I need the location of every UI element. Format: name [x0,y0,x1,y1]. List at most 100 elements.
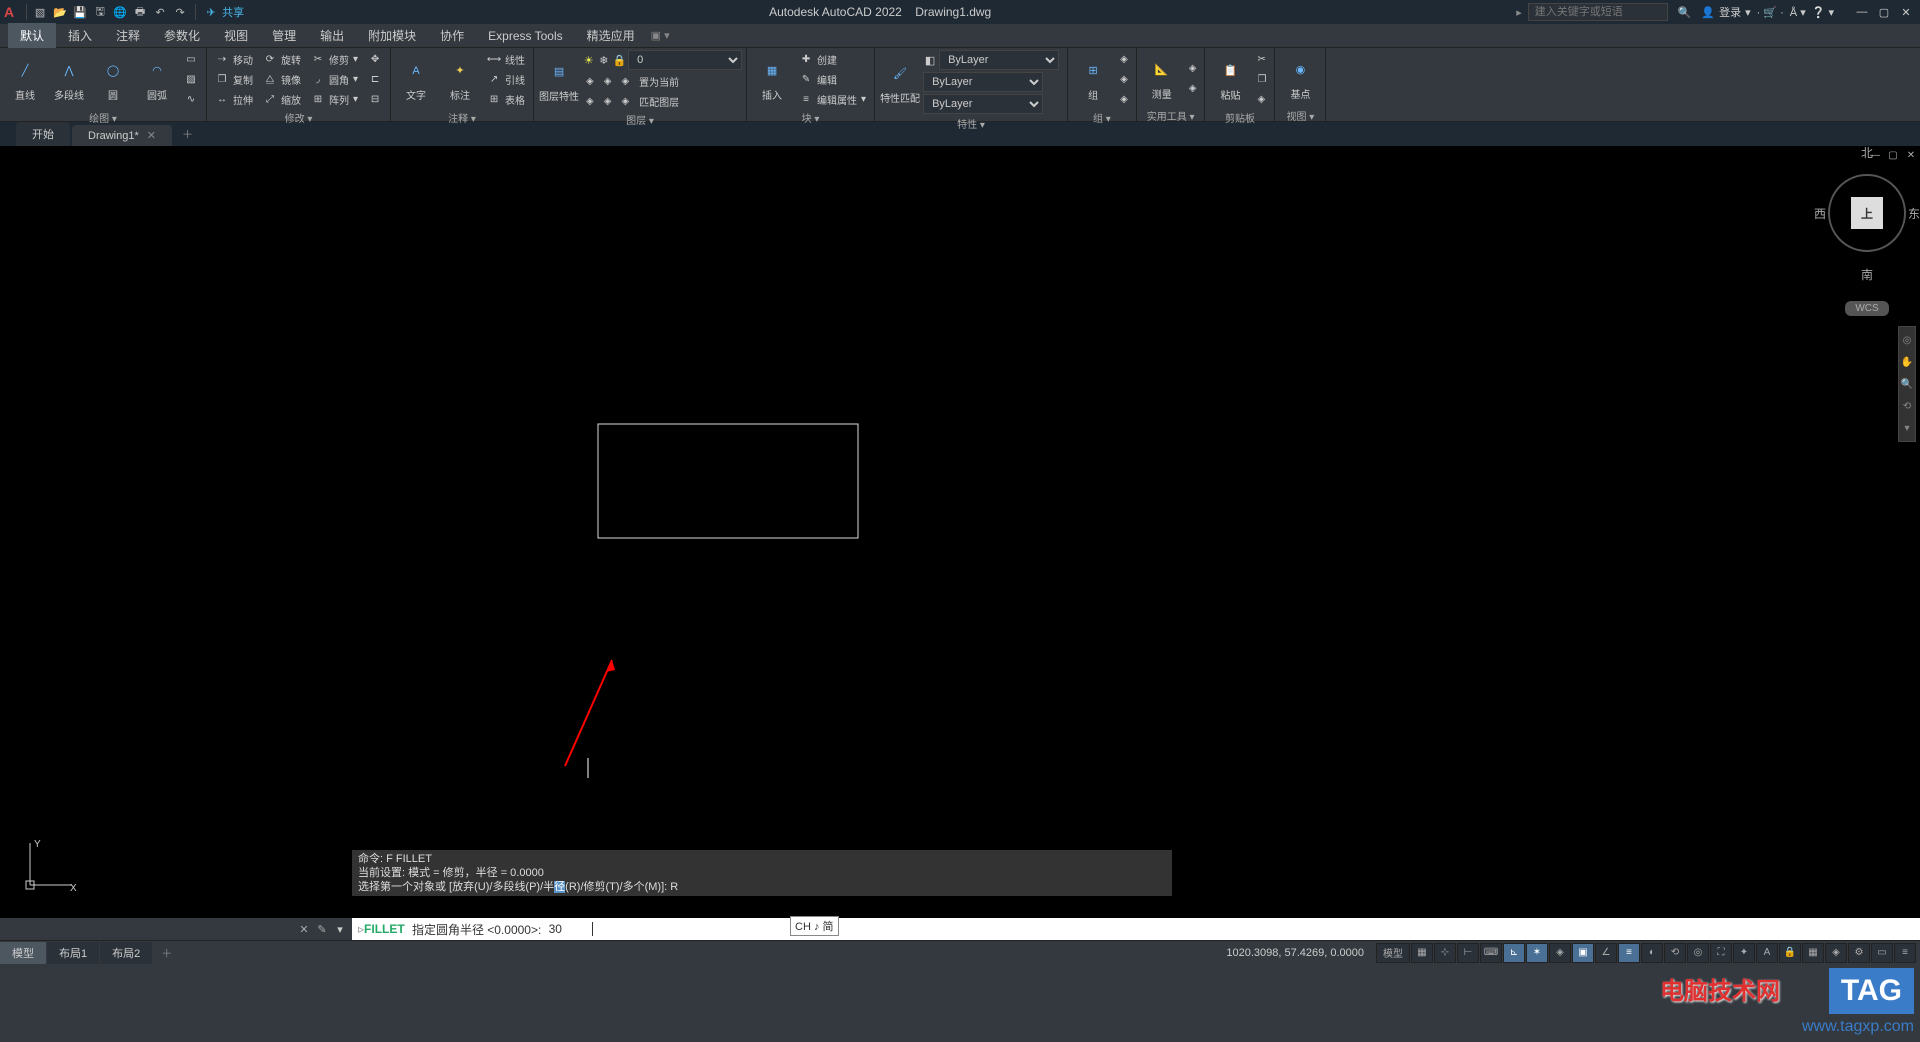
nav-orbit-icon[interactable]: ⟲ [1899,397,1915,415]
search-input[interactable] [1528,3,1668,21]
tab-collab[interactable]: 协作 [428,23,476,48]
tab-addins[interactable]: 附加模块 [356,23,428,48]
tab-insert[interactable]: 插入 [56,23,104,48]
cart-icon[interactable]: · 🛒 · [1757,6,1784,19]
layer-setcurrent[interactable]: 置为当前 [635,72,683,90]
login-button[interactable]: 👤 登录 ▾ [1701,4,1750,20]
panel-props-title[interactable]: 特性 ▾ [879,114,1063,133]
modify-extra1[interactable]: ✥ [364,50,386,68]
clip-tool1[interactable]: ✂ [1253,50,1270,68]
isolate-toggle[interactable]: ◈ [1825,943,1847,963]
layer-dropdown[interactable]: 0 [628,50,742,70]
viewcube-east[interactable]: 东 [1908,205,1920,222]
transparency-toggle[interactable]: ◐ [1641,943,1663,963]
app-logo[interactable]: A [4,4,14,20]
matchprops-button[interactable]: 🖌特性匹配 [879,54,921,110]
tab-model[interactable]: 模型 [0,942,46,964]
iso-toggle[interactable]: ◈ [1549,943,1571,963]
nav-pan-icon[interactable]: ✋ [1899,353,1915,371]
trim-button[interactable]: ✂修剪 ▾ [307,50,362,68]
tab-close-icon[interactable]: ✕ [147,129,156,142]
modify-extra2[interactable]: ⊏ [364,70,386,88]
command-input[interactable]: ▹ FILLET 指定圆角半径 <0.0000>: 30 [352,918,1920,940]
color-dropdown[interactable]: ByLayer [939,50,1059,70]
share-label[interactable]: 共享 [222,4,244,20]
layer-tool5[interactable]: ◈ [600,92,616,110]
layer-tool3[interactable]: ◈ [617,72,633,90]
qprops-toggle[interactable]: ▦ [1802,943,1824,963]
tab-manage[interactable]: 管理 [260,23,308,48]
tab-drawing1[interactable]: Drawing1* ✕ [72,125,172,146]
lineweight-toggle[interactable]: ≡ [1618,943,1640,963]
modify-extra3[interactable]: ⊟ [364,90,386,108]
app-icon[interactable]: Å ▾ [1790,6,1806,19]
stretch-button[interactable]: ↔拉伸 [211,90,257,108]
search-icon[interactable]: 🔍 [1674,6,1696,19]
group-tool2[interactable]: ◈ [1116,70,1132,88]
command-line[interactable]: ✕ ✎ ▾ ▹ FILLET 指定圆角半径 <0.0000>: 30 CH ♪ … [0,918,1920,940]
insert-button[interactable]: ▦插入 [751,51,793,107]
layer-tool1[interactable]: ◈ [582,72,598,90]
saveas-icon[interactable]: 🖫 [91,3,109,21]
panel-group-title[interactable]: 组 ▾ [1072,108,1132,127]
copy-button[interactable]: ❐复制 [211,70,257,88]
tab-add-icon[interactable]: ＋ [174,122,201,146]
viewcube-south[interactable]: 南 [1861,266,1873,283]
block-edit[interactable]: ✎编辑 [795,70,870,88]
viewcube-top[interactable]: 上 [1851,197,1883,229]
clip-tool2[interactable]: ❐ [1253,70,1270,88]
text-button[interactable]: A文字 [395,51,437,107]
grid-toggle[interactable]: ▦ [1411,943,1433,963]
leader-button[interactable]: ↗引线 [483,70,529,88]
cycling-toggle[interactable]: ⟲ [1664,943,1686,963]
layer-tool4[interactable]: ◈ [582,92,598,110]
new-icon[interactable]: ▧ [31,3,49,21]
group-tool3[interactable]: ◈ [1116,90,1132,108]
linetype-dropdown[interactable]: ByLayer [923,94,1043,114]
layer-tool2[interactable]: ◈ [600,72,616,90]
base-button[interactable]: ◉基点 [1279,50,1321,106]
redo-icon[interactable]: ↷ [171,3,189,21]
block-attr[interactable]: ≡编辑属性 ▾ [795,90,870,108]
group-button[interactable]: ⊞组 [1072,51,1114,107]
nav-more-icon[interactable]: ▾ [1899,419,1915,437]
ortho-toggle[interactable]: ⊾ [1503,943,1525,963]
save-icon[interactable]: 💾 [71,3,89,21]
circle-button[interactable]: ◯圆 [92,51,134,107]
tab-annotate[interactable]: 注释 [104,23,152,48]
cleanscreen-toggle[interactable]: ▭ [1871,943,1893,963]
customize-toggle[interactable]: ≡ [1894,943,1916,963]
array-button[interactable]: ⊞阵列 ▾ [307,90,362,108]
help-icon[interactable]: ❔ ▾ [1812,6,1834,19]
3dosnap-toggle[interactable]: ◎ [1687,943,1709,963]
lineweight-dropdown[interactable]: ByLayer [923,72,1043,92]
drawing-canvas[interactable]: — ▢ ✕ 北 西 上 东 南 WCS ◎ ✋ 🔍 ⟲ ▾ Y X [0,146,1920,918]
dynamic-toggle[interactable]: ⌨ [1480,943,1502,963]
hardware-toggle[interactable]: ⚙ [1848,943,1870,963]
web-icon[interactable]: 🌐 [111,3,129,21]
plot-icon[interactable]: 🖶 [131,3,149,21]
otrack-toggle[interactable]: ∠ [1595,943,1617,963]
tab-output[interactable]: 输出 [308,23,356,48]
cmdline-close-icon[interactable]: ✕ [296,921,312,937]
move-button[interactable]: ⇢移动 [211,50,257,68]
fillet-button[interactable]: ◞圆角 ▾ [307,70,362,88]
viewcube[interactable]: 北 西 上 东 南 WCS [1828,160,1906,316]
draw-extra2[interactable]: ▨ [180,70,202,88]
layerprops-button[interactable]: ▤图层特性 [538,52,580,108]
arc-button[interactable]: ◠圆弧 [136,51,178,107]
status-model[interactable]: 模型 [1376,943,1410,963]
panel-util-title[interactable]: 实用工具 ▾ [1141,106,1201,125]
panel-block-title[interactable]: 块 ▾ [751,108,870,127]
clip-tool3[interactable]: ◈ [1253,90,1270,108]
panel-annot-title[interactable]: 注释 ▾ [395,108,529,127]
open-icon[interactable]: 📂 [51,3,69,21]
dw-close-icon[interactable]: ✕ [1904,148,1918,162]
wcs-label[interactable]: WCS [1845,301,1888,316]
units-toggle[interactable]: 🔒 [1779,943,1801,963]
cmdline-custom-icon[interactable]: ✎ [314,921,330,937]
rotate-button[interactable]: ⟳旋转 [259,50,305,68]
tab-express[interactable]: Express Tools [476,25,574,47]
layer-tool6[interactable]: ◈ [617,92,633,110]
polar-toggle[interactable]: ✶ [1526,943,1548,963]
